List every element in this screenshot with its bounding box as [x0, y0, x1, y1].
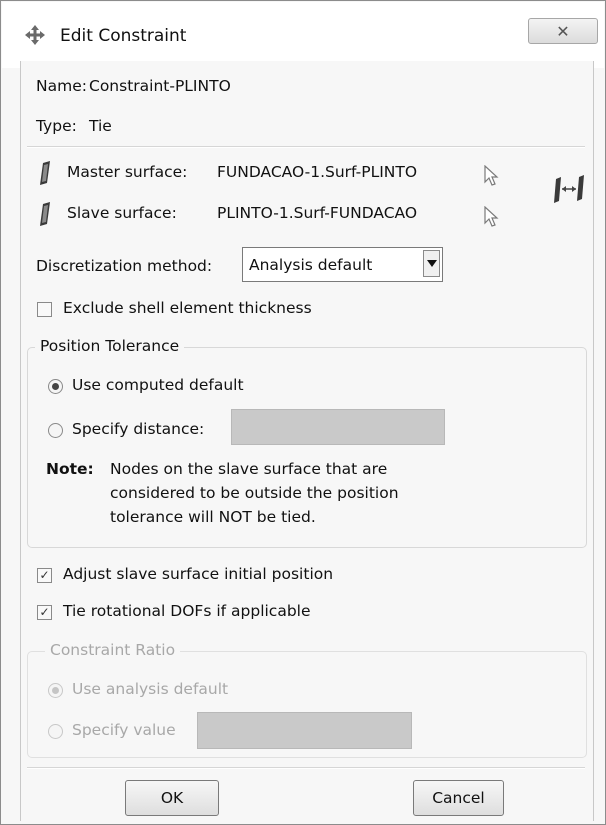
note-line-2: considered to be outside the position	[110, 484, 399, 502]
tie-rotational-checkbox[interactable]: ✓	[37, 605, 52, 620]
ok-button[interactable]: OK	[125, 780, 219, 816]
adjust-slave-label: Adjust slave surface initial position	[63, 565, 334, 583]
name-value: Constraint-PLINTO	[89, 77, 231, 95]
constraint-ratio-title: Constraint Ratio	[45, 641, 181, 659]
slave-surface-label: Slave surface:	[67, 204, 177, 222]
discretization-selected-value: Analysis default	[249, 256, 373, 274]
edit-constraint-dialog: Edit Constraint ✕ Name: Constraint-PLINT…	[0, 0, 606, 825]
discretization-label: Discretization method:	[36, 257, 213, 275]
pointer-arrow-icon[interactable]	[483, 164, 499, 187]
name-label: Name:	[36, 77, 87, 95]
master-surface-label: Master surface:	[67, 163, 188, 181]
exclude-shell-label: Exclude shell element thickness	[63, 299, 312, 317]
cancel-button[interactable]: Cancel	[413, 780, 504, 816]
tie-rotational-label: Tie rotational DOFs if applicable	[63, 602, 311, 620]
dialog-title: Edit Constraint	[60, 26, 187, 46]
title-bar[interactable]: Edit Constraint ✕	[2, 2, 604, 68]
specify-distance-field[interactable]	[231, 409, 445, 445]
swap-surfaces-icon[interactable]	[552, 175, 586, 205]
use-computed-default-radio[interactable]	[48, 379, 63, 394]
surface-icon	[38, 161, 52, 185]
use-analysis-default-label: Use analysis default	[72, 680, 229, 698]
radio-selected-dot	[52, 383, 59, 390]
use-computed-default-label: Use computed default	[72, 376, 244, 394]
position-tolerance-title: Position Tolerance	[35, 337, 185, 355]
dropdown-button[interactable]	[423, 250, 440, 277]
type-label: Type:	[36, 117, 77, 135]
close-button[interactable]: ✕	[528, 18, 598, 44]
ok-button-label: OK	[160, 789, 184, 807]
close-icon: ✕	[556, 22, 570, 41]
exclude-shell-checkbox[interactable]	[37, 302, 52, 317]
pointer-arrow-icon[interactable]	[483, 205, 499, 228]
specify-value-radio[interactable]	[48, 724, 63, 739]
specify-distance-radio[interactable]	[48, 423, 63, 438]
note-line-3: tolerance will NOT be tied.	[110, 508, 316, 526]
discretization-select[interactable]: Analysis default	[242, 247, 443, 282]
move-arrows-icon	[24, 24, 46, 46]
use-analysis-default-radio[interactable]	[48, 683, 63, 698]
specify-value-label: Specify value	[72, 721, 176, 739]
specify-value-field[interactable]	[197, 712, 412, 749]
check-mark-icon: ✓	[39, 605, 50, 619]
dialog-body: Name: Constraint-PLINTO Type: Tie Master…	[20, 61, 594, 821]
cancel-button-label: Cancel	[432, 789, 485, 807]
chevron-down-icon	[427, 260, 437, 267]
master-surface-value: FUNDACAO-1.Surf-PLINTO	[217, 163, 418, 181]
surface-icon	[38, 202, 52, 226]
adjust-slave-checkbox[interactable]: ✓	[37, 568, 52, 583]
note-line-1: Nodes on the slave surface that are	[110, 460, 388, 478]
specify-distance-label: Specify distance:	[72, 420, 205, 438]
radio-selected-dot	[52, 687, 59, 694]
slave-surface-value: PLINTO-1.Surf-FUNDACAO	[217, 204, 418, 222]
note-label: Note:	[46, 460, 94, 478]
check-mark-icon: ✓	[39, 568, 50, 582]
type-value: Tie	[89, 117, 112, 135]
